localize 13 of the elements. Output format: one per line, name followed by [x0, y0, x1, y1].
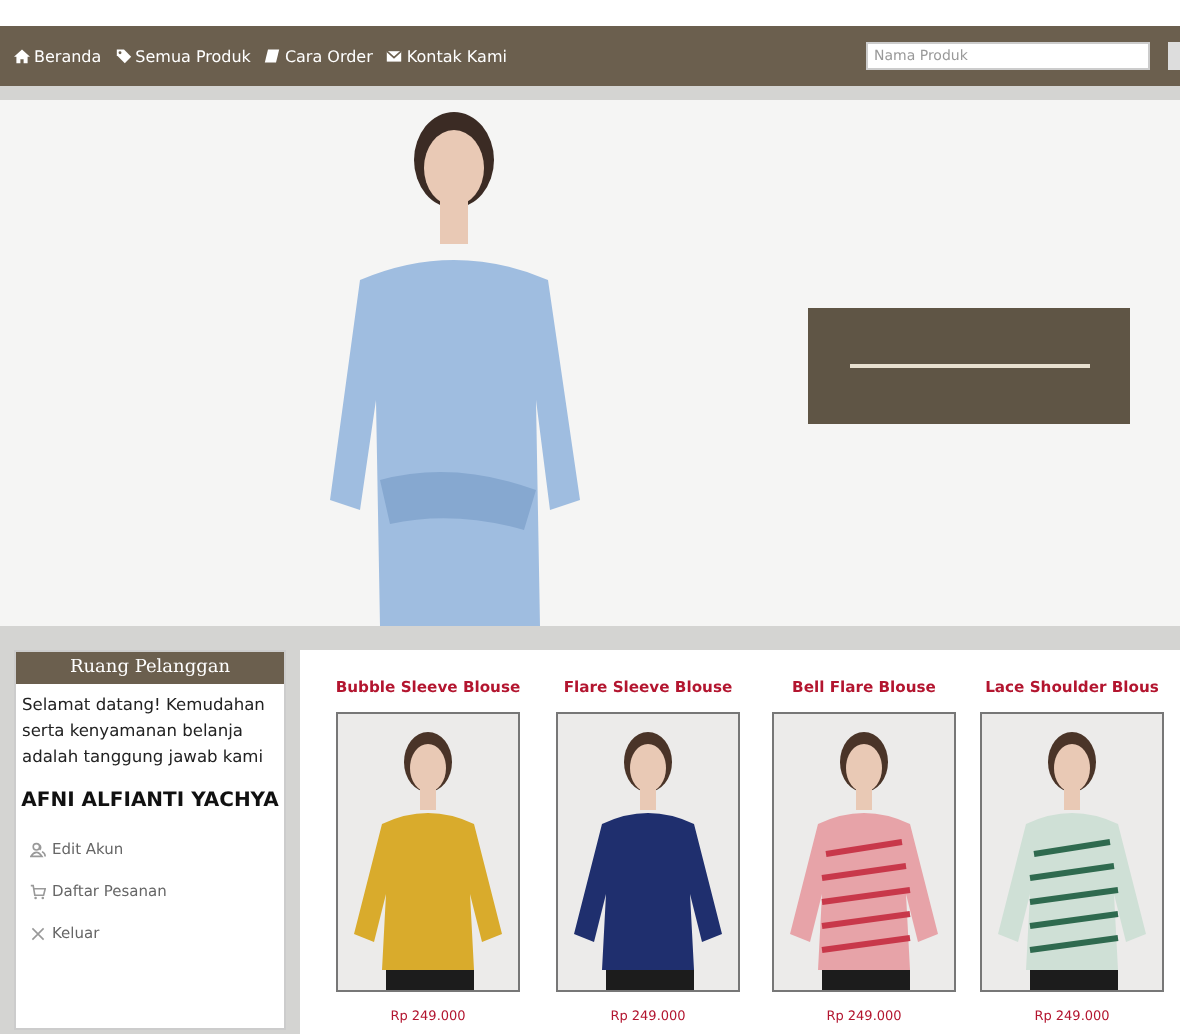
- nav-link[interactable]: Beranda: [14, 47, 102, 65]
- nav-link[interactable]: Semua Produk: [115, 47, 251, 65]
- user-name: AFNI ALFIANTI YACHYA: [19, 790, 281, 812]
- cart-icon: [30, 883, 46, 899]
- tag-icon: [115, 48, 132, 64]
- envelope-icon: [386, 48, 403, 64]
- panel-title: Ruang Pelanggan: [16, 652, 284, 684]
- nav-link[interactable]: Cara Order: [264, 47, 373, 65]
- nav-link[interactable]: Kontak Kami: [386, 47, 507, 65]
- welcome-text: Selamat datang! Kemudahan serta kenyamanan belanja adalah tanggung jawab kami: [22, 692, 267, 770]
- users-icon: [30, 841, 46, 857]
- home-icon: [14, 48, 30, 64]
- close-icon: [30, 925, 46, 941]
